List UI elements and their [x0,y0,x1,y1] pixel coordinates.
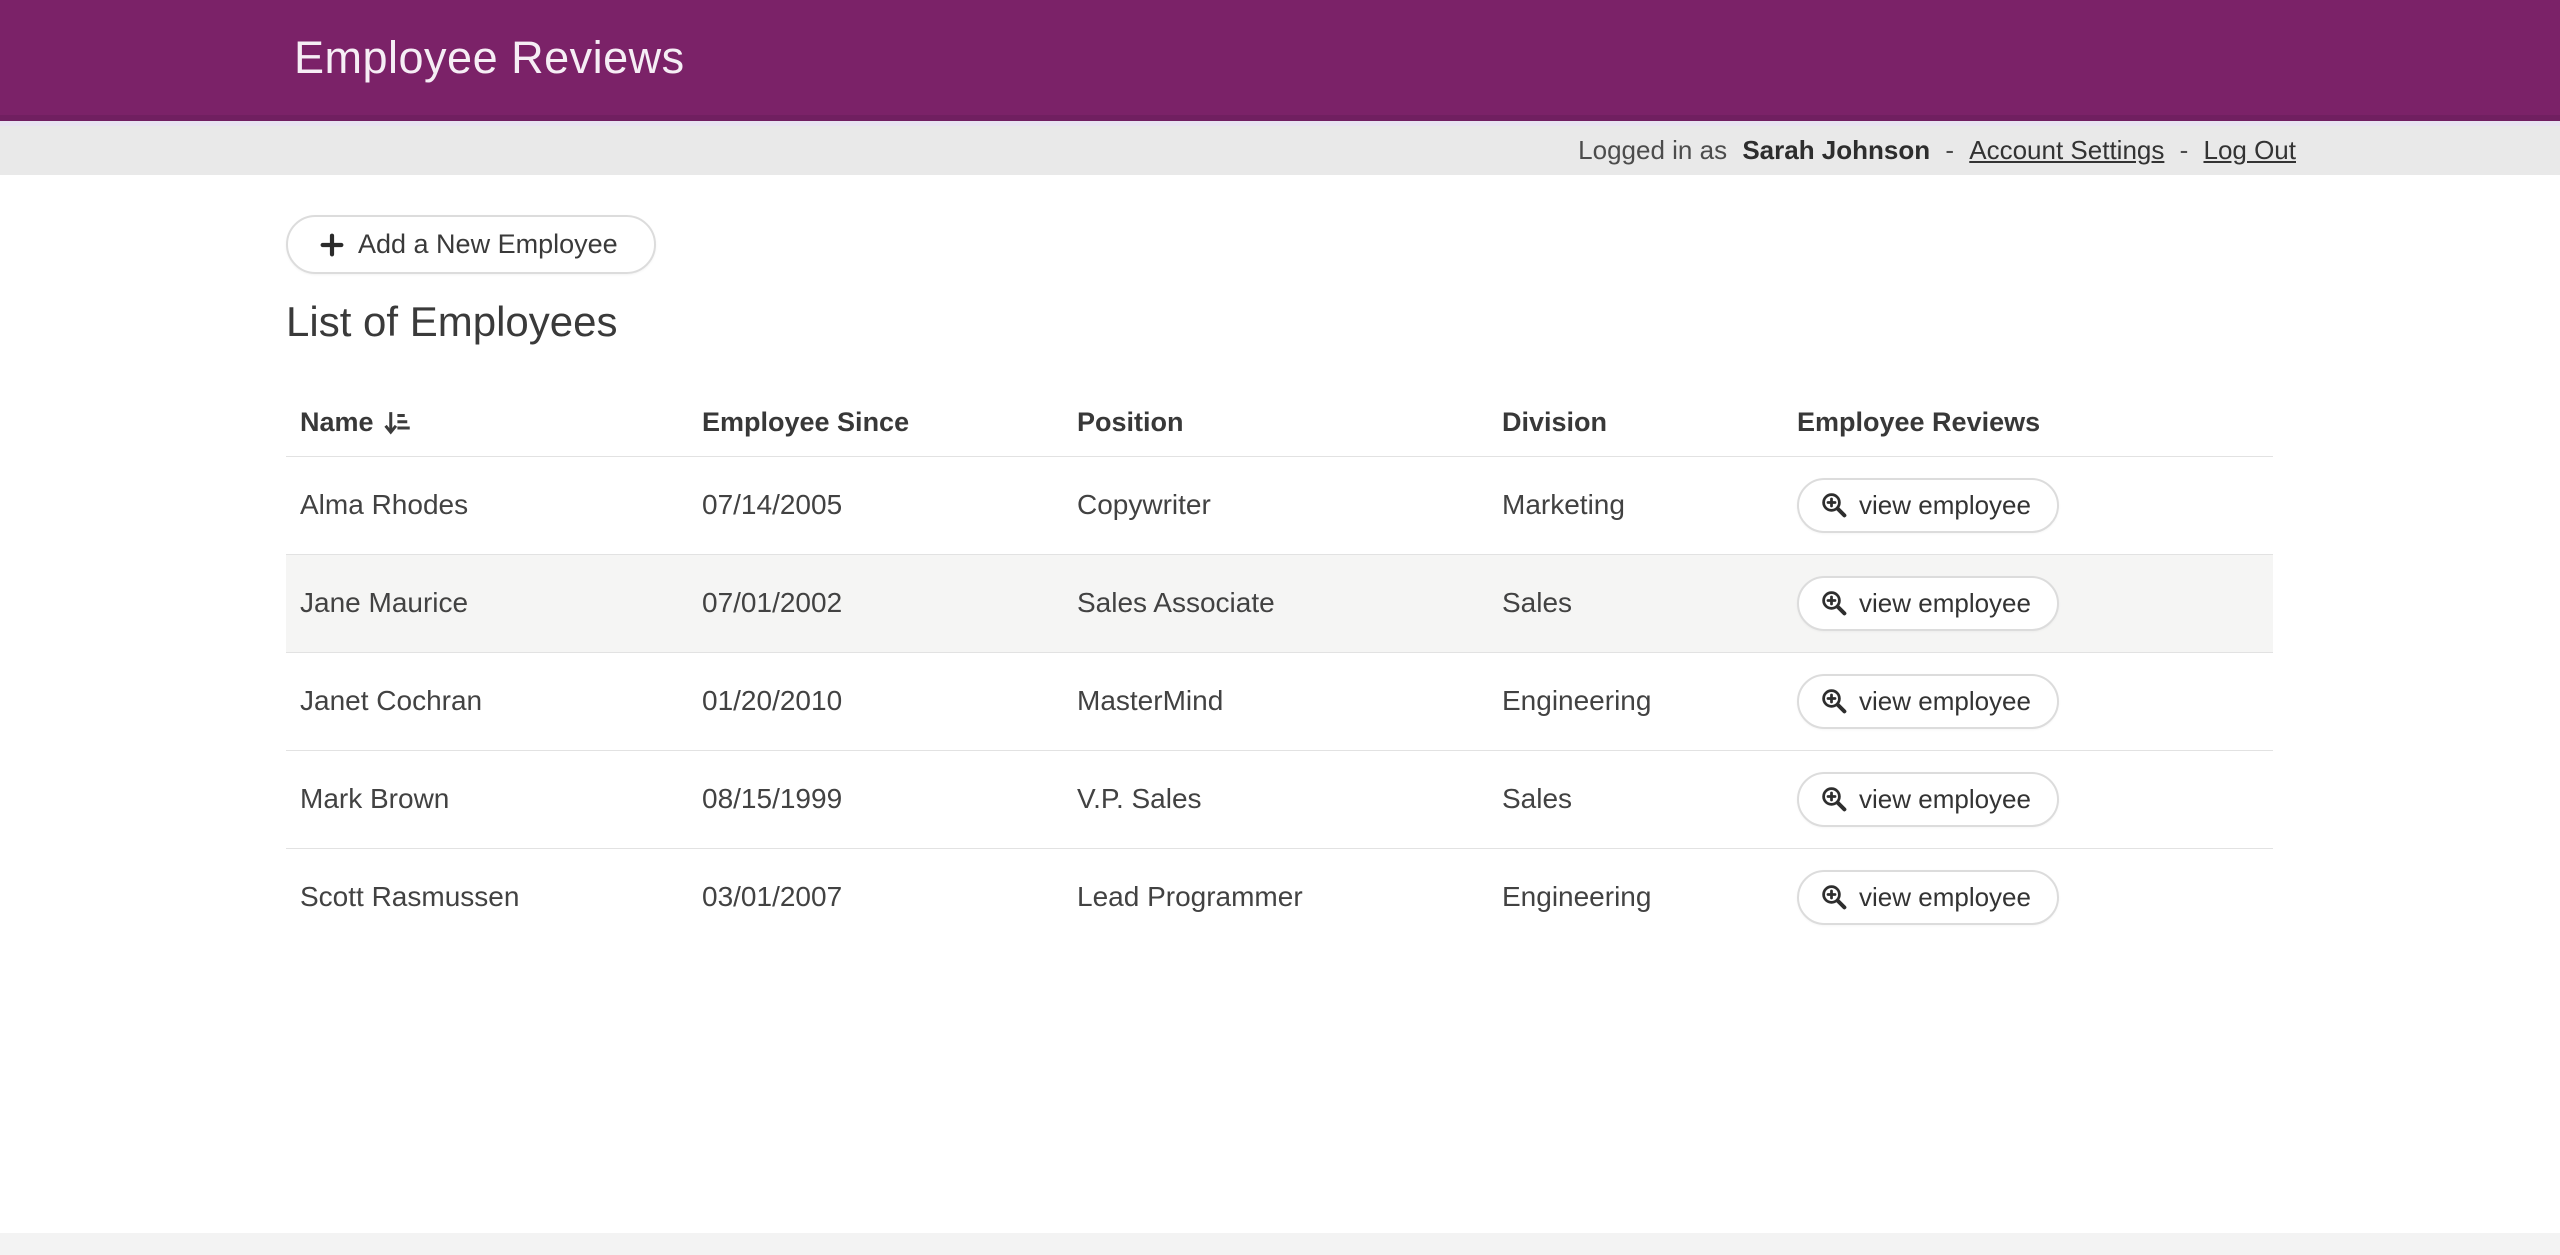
cell-division: Marketing [1488,456,1783,554]
cell-name: Scott Rasmussen [286,848,688,946]
account-settings-link[interactable]: Account Settings [1969,135,2164,166]
log-out-link[interactable]: Log Out [2203,135,2296,166]
cell-name: Jane Maurice [286,554,688,652]
column-header-position: Position [1063,390,1488,456]
logged-in-username: Sarah Johnson [1742,135,1930,166]
cell-position: V.P. Sales [1063,750,1488,848]
view-employee-button-label: view employee [1859,882,2031,913]
view-employee-button-label: view employee [1859,588,2031,619]
cell-position: Copywriter [1063,456,1488,554]
cell-name: Mark Brown [286,750,688,848]
zoom-in-icon [1819,490,1849,520]
table-row: Scott Rasmussen 03/01/2007 Lead Programm… [286,848,2273,946]
view-employee-button[interactable]: view employee [1797,674,2059,729]
cell-actions: view employee [1783,652,2273,750]
add-employee-button-label: Add a New Employee [358,229,618,260]
view-employee-button[interactable]: view employee [1797,870,2059,925]
cell-name: Janet Cochran [286,652,688,750]
table-header-row: Name Employee Since Pos [286,390,2273,456]
cell-position: MasterMind [1063,652,1488,750]
zoom-in-icon [1819,784,1849,814]
table-row: Mark Brown 08/15/1999 V.P. Sales Sales [286,750,2273,848]
table-row: Janet Cochran 01/20/2010 MasterMind Engi… [286,652,2273,750]
user-bar: Logged in as Sarah Johnson - Account Set… [0,121,2560,175]
view-employee-button[interactable]: view employee [1797,576,2059,631]
view-employee-button-label: view employee [1859,686,2031,717]
column-header-division: Division [1488,390,1783,456]
view-employee-button-label: view employee [1859,784,2031,815]
cell-position: Lead Programmer [1063,848,1488,946]
logged-in-as-label: Logged in as [1578,135,1734,166]
cell-since: 07/01/2002 [688,554,1063,652]
view-employee-button[interactable]: view employee [1797,478,2059,533]
cell-name: Alma Rhodes [286,456,688,554]
zoom-in-icon [1819,882,1849,912]
cell-actions: view employee [1783,750,2273,848]
cell-since: 01/20/2010 [688,652,1063,750]
employees-table: Name Employee Since Pos [286,390,2273,946]
sort-amount-icon [382,408,412,438]
cell-since: 07/14/2005 [688,456,1063,554]
cell-actions: view employee [1783,848,2273,946]
cell-division: Engineering [1488,848,1783,946]
list-heading: List of Employees [286,298,2560,346]
table-row: Jane Maurice 07/01/2002 Sales Associate … [286,554,2273,652]
cell-since: 08/15/1999 [688,750,1063,848]
column-header-employee-reviews: Employee Reviews [1783,390,2273,456]
app-header: Employee Reviews [0,0,2560,121]
plus-icon [318,231,346,259]
cell-division: Engineering [1488,652,1783,750]
cell-division: Sales [1488,750,1783,848]
separator: - [2172,135,2195,166]
separator: - [1938,135,1961,166]
cell-actions: view employee [1783,456,2273,554]
cell-division: Sales [1488,554,1783,652]
view-employee-button[interactable]: view employee [1797,772,2059,827]
column-header-name-label: Name [300,407,374,438]
table-row: Alma Rhodes 07/14/2005 Copywriter Market… [286,456,2273,554]
page-title: Employee Reviews [294,32,685,84]
cell-since: 03/01/2007 [688,848,1063,946]
column-header-name[interactable]: Name [286,390,688,456]
cell-position: Sales Associate [1063,554,1488,652]
footer-strip [0,1233,2560,1255]
zoom-in-icon [1819,588,1849,618]
main-content: Add a New Employee List of Employees Nam… [0,175,2560,946]
add-employee-button[interactable]: Add a New Employee [286,215,656,274]
zoom-in-icon [1819,686,1849,716]
column-header-employee-since: Employee Since [688,390,1063,456]
view-employee-button-label: view employee [1859,490,2031,521]
cell-actions: view employee [1783,554,2273,652]
